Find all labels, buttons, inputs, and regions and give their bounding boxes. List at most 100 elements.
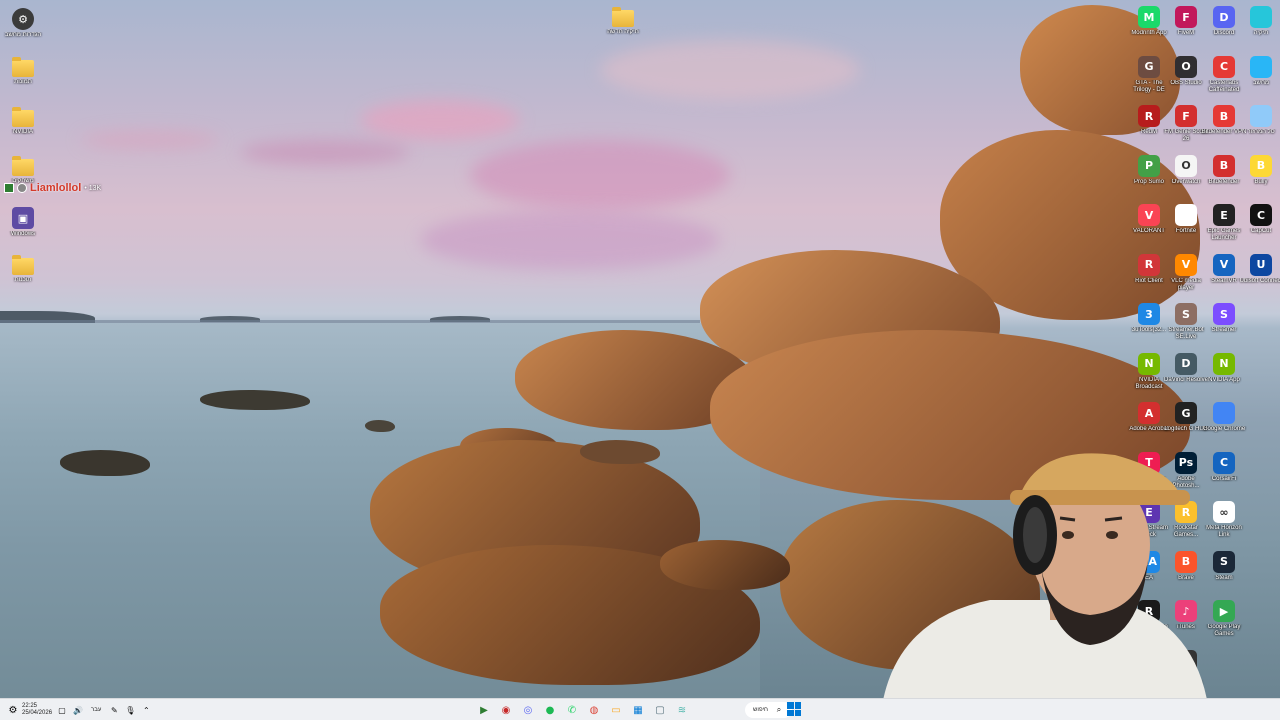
app-icon bbox=[1213, 402, 1235, 424]
taskbar: ⚙ 22:25 25/04/2026 ▢ 🔊 עבר ✎ 🎙 ⌃ ▶ ◉ ◎ ● ✆ ◍ ▭… bbox=[0, 698, 1280, 720]
pen-icon[interactable]: ✎ bbox=[108, 701, 120, 719]
sea-rock bbox=[200, 390, 310, 410]
clock-date: 25/04/2026 bbox=[22, 710, 53, 716]
whatsapp-icon[interactable]: ✆ bbox=[563, 701, 581, 719]
settings-tray-icon[interactable]: ⚙ bbox=[8, 701, 18, 719]
desktop-icon[interactable]: O Overwatch bbox=[1166, 151, 1206, 199]
desktop-icon[interactable]: V SteamVR bbox=[1204, 250, 1244, 298]
desktop-icon[interactable]: A Adobe Acrobat bbox=[1129, 398, 1169, 446]
desktop-icon-new-folder[interactable]: תיקיה חדשה bbox=[603, 4, 643, 52]
app-icon: V bbox=[1213, 253, 1235, 276]
desktop-icon[interactable]: V VALORANT bbox=[1129, 200, 1169, 248]
spotify-icon[interactable]: ● bbox=[541, 701, 559, 719]
explorer-icon[interactable]: ▭ bbox=[607, 701, 625, 719]
search-box[interactable]: חיפוש ⌕ bbox=[745, 702, 792, 718]
start-button[interactable] bbox=[787, 702, 801, 716]
desktop-icon-label: Bully bbox=[1254, 178, 1268, 185]
desktop-icon[interactable]: O OBS Studio bbox=[1166, 52, 1206, 100]
desktop-icon[interactable]: P Prop Sumo bbox=[1129, 151, 1169, 199]
desktop-icon[interactable]: U Ubisoft Connect bbox=[1239, 250, 1280, 298]
desktop-icon[interactable]: F FiveM bbox=[1166, 2, 1206, 50]
desktop-icon[interactable]: D DaVinci Resolve bbox=[1164, 349, 1208, 397]
stream-overlay-username: Liamlollol • 13K bbox=[4, 182, 101, 194]
desktop-icon[interactable]: B Bully bbox=[1241, 151, 1280, 199]
desktop-icon[interactable]: ▣ Windows bbox=[3, 203, 43, 251]
desktop-icon[interactable]: S Streamer bbox=[1204, 299, 1244, 347]
overlay-avatar-icon bbox=[17, 183, 27, 193]
desktop-icon[interactable]: N NVIDIA Broadcast bbox=[1129, 349, 1169, 397]
sea-rock bbox=[60, 450, 150, 476]
app-icon: R bbox=[1138, 105, 1160, 127]
folder-icon bbox=[12, 57, 34, 77]
desktop-icon[interactable]: G GTA - The Trilogy - DE bbox=[1129, 52, 1169, 100]
desktop-icon-label: סל המחזור bbox=[1247, 129, 1275, 135]
store-icon[interactable]: ▦ bbox=[629, 701, 647, 719]
discord-icon[interactable]: ◎ bbox=[519, 701, 537, 719]
sea-rock bbox=[365, 420, 395, 432]
webcam-overlay bbox=[850, 450, 1230, 698]
desktop-icon[interactable]: B Bitdefender VPN bbox=[1202, 101, 1246, 149]
speaker-icon[interactable]: 🔊 bbox=[72, 701, 84, 719]
desktop-icon[interactable]: NVIDIA bbox=[3, 104, 43, 152]
desktop-icon[interactable]: E Epic Games Launcher bbox=[1204, 200, 1244, 248]
app-icon[interactable]: ≋ bbox=[673, 701, 691, 719]
app-icon: G bbox=[1175, 402, 1197, 424]
desktop-icon[interactable]: S Streamer.Bot SE.Live bbox=[1166, 299, 1206, 347]
app-icon: U bbox=[1250, 253, 1272, 276]
desktop-icon[interactable]: M Modrinth App bbox=[1129, 2, 1169, 50]
search-icon: ⌕ bbox=[776, 705, 782, 714]
desktop-icon[interactable]: תיקיה bbox=[1241, 2, 1280, 50]
overlay-name-text: Liamlollol bbox=[30, 182, 82, 194]
desktop-icon[interactable]: תוכנות bbox=[3, 252, 43, 300]
chevron-up-icon[interactable]: ⌃ bbox=[140, 701, 152, 719]
desktop-icon[interactable]: ⚙ הגדרות מחשב bbox=[3, 4, 43, 52]
desktop-icon[interactable]: Fortnite bbox=[1166, 200, 1206, 248]
app-icon bbox=[1250, 55, 1272, 78]
desktop-icon[interactable]: C Casterlabs Caffeinated bbox=[1204, 52, 1244, 100]
desktop-icon[interactable]: סל המחזור bbox=[1241, 101, 1280, 149]
app-icon: S bbox=[1213, 303, 1235, 325]
microphone-icon[interactable]: 🎙 bbox=[124, 701, 136, 719]
desktop-icon[interactable]: מחשב bbox=[1241, 52, 1280, 100]
folder-icon bbox=[612, 7, 634, 27]
app-icon: B bbox=[1250, 154, 1272, 177]
desktop-icon[interactable]: Google Chrome bbox=[1202, 398, 1246, 446]
desktop-icon[interactable]: D Discord bbox=[1204, 2, 1244, 50]
desktop-icon-label: תיקיה חדשה bbox=[607, 29, 639, 35]
app-icon: C bbox=[1250, 204, 1272, 226]
obs-icon[interactable]: ◉ bbox=[497, 701, 515, 719]
clock[interactable]: 22:25 25/04/2026 bbox=[22, 703, 52, 717]
app-icon bbox=[1250, 6, 1272, 28]
search-text: חיפוש bbox=[753, 706, 768, 713]
desktop-icon[interactable]: C CapCut bbox=[1241, 200, 1280, 248]
desktop-icon-label: CapCut bbox=[1250, 228, 1272, 234]
app-icon: F bbox=[1175, 6, 1197, 28]
app-icon: 3 bbox=[1138, 303, 1160, 325]
notification-icon[interactable]: ▢ bbox=[56, 701, 68, 719]
app-icon: O bbox=[1175, 55, 1197, 78]
desktop-icon[interactable]: תמונות bbox=[3, 54, 43, 102]
desktop-icon[interactable]: V VLC media player bbox=[1166, 250, 1206, 298]
window-icon[interactable]: ▢ bbox=[651, 701, 669, 719]
desktop-icon[interactable]: F FM Genie Scout 26 bbox=[1164, 101, 1208, 149]
folder-icon bbox=[12, 107, 34, 127]
desktop-icon-label: תמונות bbox=[14, 79, 32, 85]
desktop-icon[interactable]: N NVIDIA App bbox=[1204, 349, 1244, 397]
app-icon: G bbox=[1138, 55, 1160, 78]
desktop-icon-label: Ubisoft Connect bbox=[1239, 277, 1280, 284]
desktop-icon-label: Google Chrome bbox=[1202, 426, 1246, 432]
overlay-badge-icon bbox=[4, 183, 14, 193]
app-icon bbox=[1175, 204, 1197, 226]
desktop-icon[interactable]: G Logitech G HUB bbox=[1164, 398, 1208, 446]
desktop-icon[interactable]: B Bitdefender bbox=[1204, 151, 1244, 199]
chrome-icon[interactable]: ◍ bbox=[585, 701, 603, 719]
desktop-icon-label: Streamer bbox=[1211, 327, 1237, 333]
streamer-figure bbox=[883, 453, 1207, 698]
desktop-icon-label: מחשב bbox=[1252, 79, 1270, 86]
system-tray: ⚙ 22:25 25/04/2026 ▢ 🔊 עבר ✎ 🎙 ⌃ bbox=[8, 701, 152, 719]
play-icon[interactable]: ▶ bbox=[475, 701, 493, 719]
app-icon: D bbox=[1213, 6, 1235, 28]
desktop-icon-label: Windows bbox=[10, 231, 36, 237]
app-icon: P bbox=[1138, 154, 1160, 177]
language-indicator[interactable]: עבר bbox=[91, 707, 101, 714]
